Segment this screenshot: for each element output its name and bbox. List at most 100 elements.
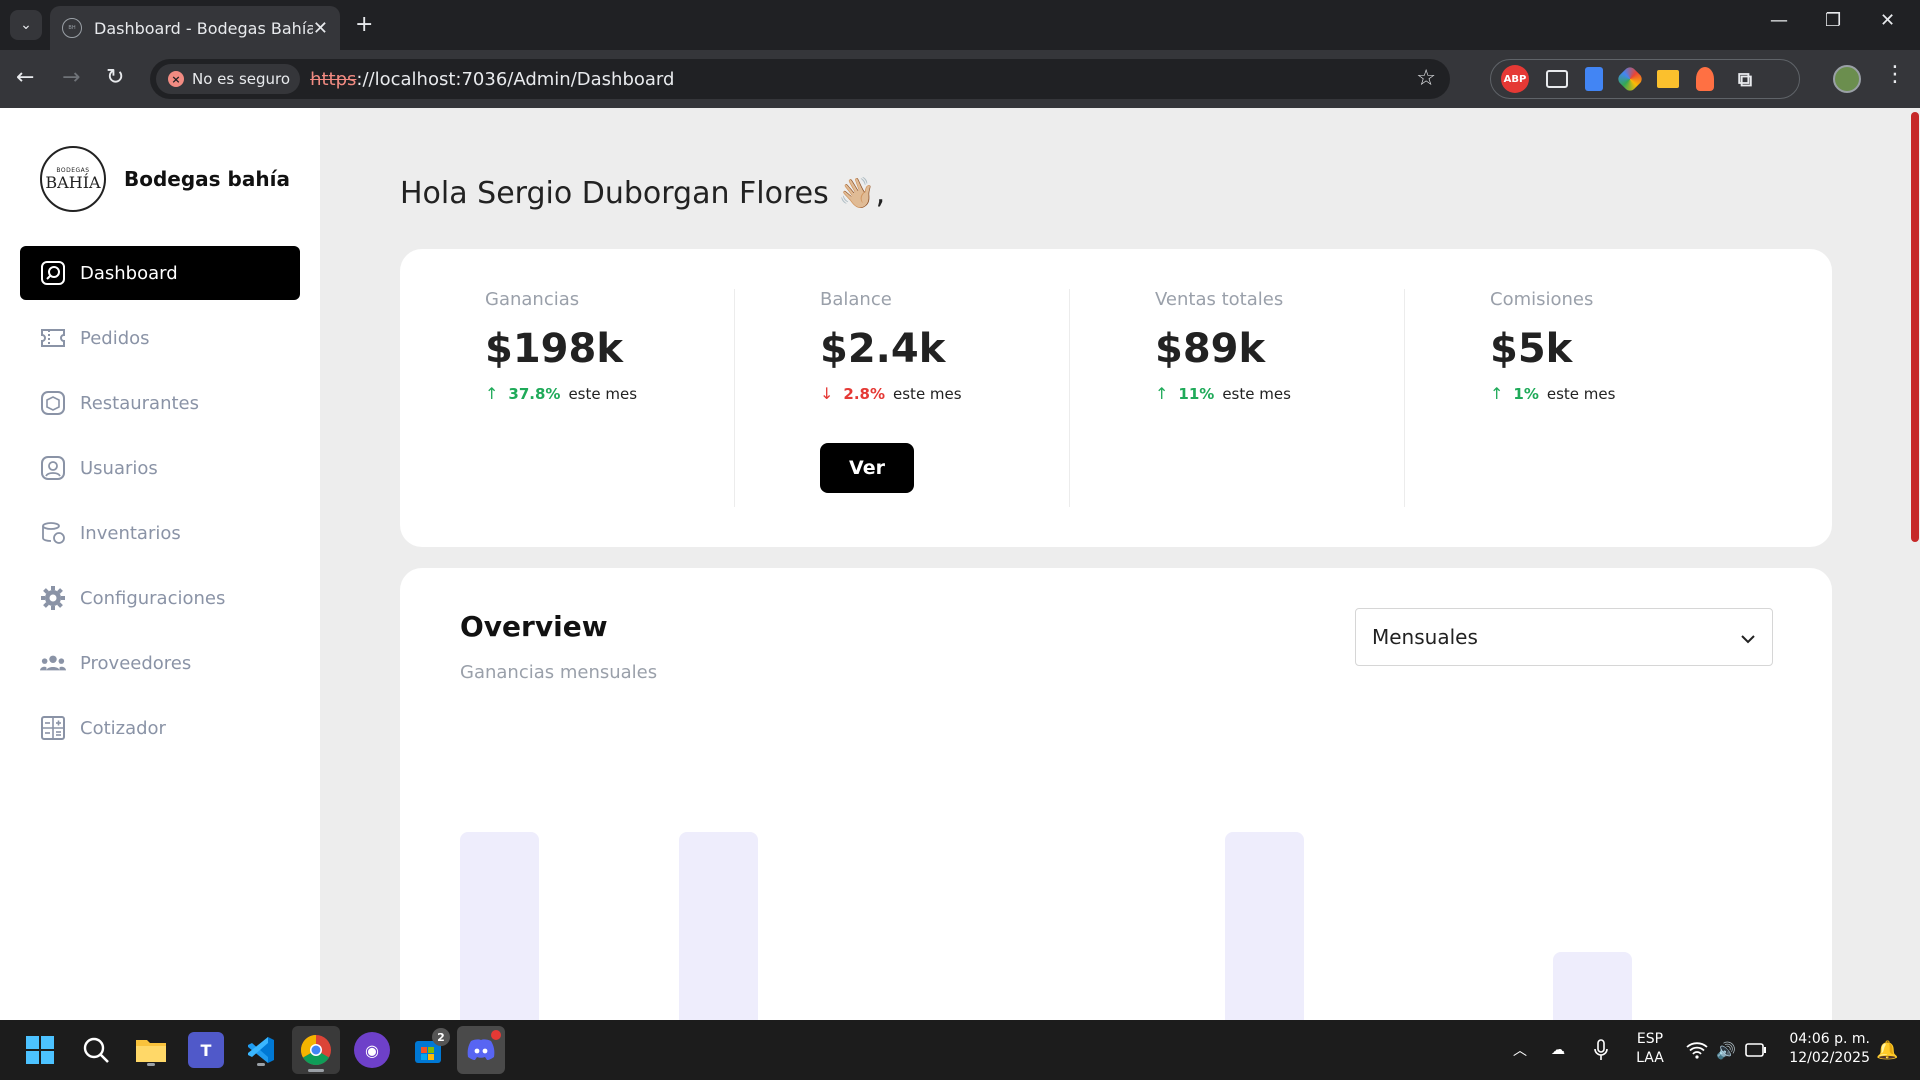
fox-extension-icon[interactable] (1696, 67, 1714, 91)
chart-bar (1553, 952, 1632, 1020)
wave-emoji-icon: 👋🏼 (838, 176, 876, 211)
stats-card: Ganancias $198k ↑ 37.8% este mes Balance… (400, 249, 1832, 547)
sidebar-item-proveedores[interactable]: Proveedores (20, 636, 300, 690)
overview-bar-chart (460, 748, 1760, 1020)
greeting-text: Hola Sergio Duborgan Flores (400, 176, 829, 211)
overview-card: Overview Ganancias mensuales Mensuales (400, 568, 1832, 1020)
minimize-icon[interactable]: — (1770, 10, 1788, 31)
page-title: Hola Sergio Duborgan Flores 👋🏼, (400, 176, 885, 211)
people-icon (40, 650, 66, 676)
tab-search-button[interactable]: ⌄ (10, 10, 42, 40)
sidebar-nav: Dashboard Pedidos Restaurantes Usuarios (20, 246, 300, 766)
stat-change: ↓ 2.8% este mes (820, 384, 1070, 403)
browser-tab-bar: ⌄ BH Dashboard - Bodegas Bahía ✕ + — ❐ ✕ (0, 0, 1920, 50)
show-hidden-icons-icon[interactable]: ︿ (1513, 1020, 1527, 1080)
chrome-icon[interactable] (292, 1026, 340, 1074)
color-picker-extension-icon[interactable] (1615, 64, 1645, 94)
onedrive-cloud-icon[interactable]: ☁ (1551, 1020, 1565, 1080)
sidebar-item-label: Usuarios (80, 457, 158, 479)
stat-pct: 37.8% (508, 384, 561, 403)
stat-pct: 2.8% (843, 384, 886, 403)
volume-icon[interactable]: 🔊 (1716, 1020, 1736, 1080)
chevron-down-icon (1740, 625, 1756, 649)
chart-bar (679, 832, 758, 1020)
wifi-icon[interactable] (1686, 1020, 1708, 1080)
profile-avatar[interactable] (1833, 65, 1861, 93)
os-taskbar: T ◉ 2 ︿ ☁ ESP LAA 🔊 04:06 p. m. 12/02/20… (0, 1020, 1920, 1080)
greeting-suffix: , (875, 176, 886, 211)
sidebar-item-pedidos[interactable]: Pedidos (20, 311, 300, 365)
folder-extension-icon[interactable] (1657, 70, 1679, 88)
back-arrow-icon[interactable]: ← (16, 64, 34, 92)
sidebar-item-usuarios[interactable]: Usuarios (20, 441, 300, 495)
vscode-icon[interactable] (243, 1032, 279, 1068)
windows-start-icon[interactable] (22, 1032, 58, 1068)
forward-arrow-icon[interactable]: → (62, 64, 80, 92)
language-indicator[interactable]: ESP LAA (1630, 1030, 1670, 1068)
ticket-icon (40, 325, 66, 351)
brand-name: Bodegas bahía (124, 167, 290, 191)
clock[interactable]: 04:06 p. m. 12/02/2025 (1780, 1030, 1870, 1068)
browser-tab[interactable]: BH Dashboard - Bodegas Bahía ✕ (50, 6, 340, 50)
sidebar-item-label: Inventarios (80, 522, 181, 544)
sidebar-item-configuraciones[interactable]: Configuraciones (20, 571, 300, 625)
logo-big-text: BAHÍA (45, 172, 101, 192)
stat-ventas-totales: Ventas totales $89k ↑ 11% este mes (1070, 289, 1405, 507)
period-select[interactable]: Mensuales (1355, 608, 1773, 666)
search-icon[interactable] (78, 1032, 114, 1068)
stat-value: $5k (1490, 326, 1573, 372)
overview-subtitle: Ganancias mensuales (460, 662, 658, 683)
arrow-up-icon: ↑ (1490, 384, 1504, 403)
file-explorer-icon[interactable] (133, 1032, 169, 1068)
store-icon[interactable]: 2 (410, 1028, 450, 1068)
address-bar[interactable]: × No es seguro https://localhost:7036/Ad… (150, 59, 1450, 99)
reload-icon[interactable]: ↻ (106, 64, 124, 92)
browser-toolbar: ← → ↻ × No es seguro https://localhost:7… (0, 50, 1920, 108)
sidebar-item-label: Configuraciones (80, 587, 226, 609)
docs-extension-icon[interactable] (1585, 67, 1603, 91)
stat-period: este mes (893, 384, 962, 403)
extensions-group: ABP ⧉ (1490, 59, 1800, 99)
stat-balance: Balance $2.4k ↓ 2.8% este mes Ver (735, 289, 1070, 507)
url-scheme: https (310, 68, 357, 90)
sidebar-item-restaurantes[interactable]: Restaurantes (20, 376, 300, 430)
chart-bar (460, 832, 539, 1020)
sidebar-item-inventarios[interactable]: Inventarios (20, 506, 300, 560)
more-menu-icon[interactable]: ⋮ (1884, 62, 1906, 87)
new-tab-button[interactable]: + (355, 12, 373, 38)
page-scrollbar[interactable] (1910, 108, 1920, 1020)
sidebar-item-cotizador[interactable]: Cotizador (20, 701, 300, 755)
clock-date: 12/02/2025 (1789, 1050, 1870, 1066)
stat-pct: 11% (1178, 384, 1215, 403)
brand[interactable]: BODEGAS BAHÍA Bodegas bahía (40, 146, 290, 212)
notification-bell-icon[interactable]: 🔔 (1876, 1020, 1898, 1080)
adblock-extension-icon[interactable]: ABP (1501, 65, 1529, 93)
teams-icon[interactable]: T (188, 1032, 224, 1068)
security-chip[interactable]: × No es seguro (156, 64, 301, 94)
sidebar-item-dashboard[interactable]: Dashboard (20, 246, 300, 300)
page: BODEGAS BAHÍA Bodegas bahía Dashboard Pe… (0, 108, 1920, 1020)
ver-button[interactable]: Ver (820, 443, 914, 493)
arrow-down-icon: ↓ (820, 384, 834, 403)
discord-icon[interactable] (457, 1026, 505, 1074)
scrollbar-thumb[interactable] (1911, 112, 1919, 542)
stat-value: $198k (485, 326, 623, 372)
close-window-icon[interactable]: ✕ (1880, 10, 1895, 31)
stat-value: $89k (1155, 326, 1266, 372)
arrow-up-icon: ↑ (1155, 384, 1169, 403)
github-desktop-icon[interactable]: ◉ (354, 1032, 390, 1068)
battery-icon[interactable] (1745, 1020, 1767, 1080)
bookmark-star-icon[interactable]: ☆ (1416, 66, 1436, 91)
restore-icon[interactable]: ❐ (1825, 10, 1841, 31)
url-text[interactable]: https://localhost:7036/Admin/Dashboard (310, 69, 674, 90)
close-tab-icon[interactable]: ✕ (313, 18, 328, 39)
overview-title: Overview (460, 610, 608, 643)
microphone-icon[interactable] (1594, 1020, 1608, 1080)
puzzle-extensions-icon[interactable]: ⧉ (1731, 65, 1759, 93)
url-path: ://localhost:7036/Admin/Dashboard (356, 68, 675, 90)
stat-pct: 1% (1513, 384, 1539, 403)
picture-in-picture-icon[interactable] (1546, 70, 1568, 88)
arrow-up-icon: ↑ (485, 384, 499, 403)
clock-time: 04:06 p. m. (1789, 1031, 1870, 1047)
running-indicator (308, 1069, 324, 1072)
